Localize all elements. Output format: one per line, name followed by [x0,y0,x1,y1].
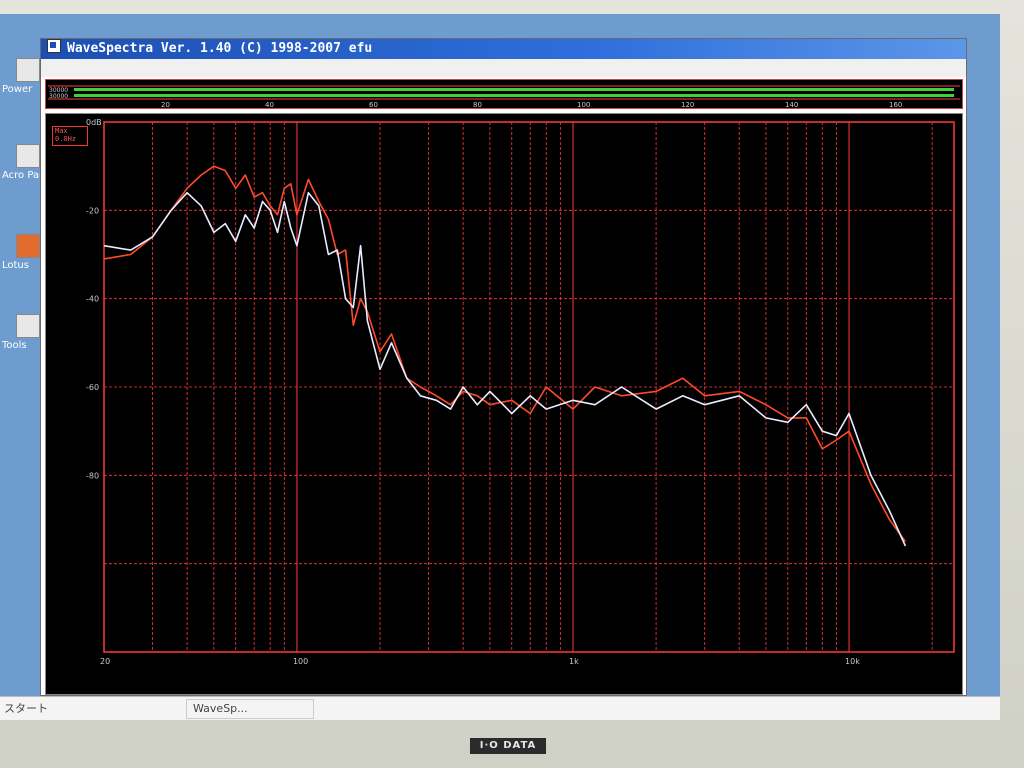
series-line-white [103,191,907,547]
x-tick-labels: 20 100 1k 10k [100,657,860,666]
level-scale-label: 100 [577,101,590,108]
level-scale-label: 140 [785,101,798,108]
level-scale-labels: 20 40 60 80 100 120 140 160 [161,101,902,108]
spectrum-chart: 20 100 1k 10k 0dB -20 -40 -60 -80 [86,118,955,666]
level-scale-label: 60 [369,101,378,108]
level-right-label: 30000 [49,93,68,100]
desktop-screen: Power Acro Part Lotus Tools WaveSpectra … [0,14,1000,720]
x-tick-label: 10k [845,657,860,666]
x-tick-label: 20 [100,657,110,666]
level-scale-label: 120 [681,101,694,108]
series-line-red [103,165,907,543]
start-button[interactable]: スタート [4,697,48,720]
y-tick-label: -80 [86,471,99,480]
window-titlebar[interactable]: WaveSpectra Ver. 1.40 (C) 1998-2007 efu [41,39,966,59]
pdf-icon [16,144,40,168]
level-meter: 30000 30000 20 40 60 80 100 120 140 160 [48,85,960,108]
app-icon [16,58,40,82]
monitor-brand-logo: I·O DATA [470,738,546,754]
series-layer [103,165,907,547]
menu-bar [41,59,966,77]
level-meter-panel: 30000 30000 20 40 60 80 100 120 140 160 [45,79,963,109]
desktop-icon-label: Power [2,84,33,95]
y-tick-label: -60 [86,383,99,392]
legend-line-2: 0.0Hz [55,135,77,143]
tool-icon [16,314,40,338]
x-tick-label: 100 [293,657,308,666]
y-tick-labels: 0dB -20 -40 -60 -80 [86,118,102,480]
window-title: WaveSpectra Ver. 1.40 (C) 1998-2007 efu [67,41,373,56]
y-tick-label: -20 [86,206,99,215]
taskbar: スタート WaveSp... [0,696,1000,720]
y-tick-label: 0dB [86,118,102,127]
wavespectra-app-icon[interactable] [47,39,61,53]
app-icon [16,234,40,258]
x-tick-label: 1k [569,657,579,666]
level-scale-label: 80 [473,101,482,108]
grid-lines [103,121,954,653]
spectrum-plot[interactable]: 20 100 1k 10k 0dB -20 -40 -60 -80 Max 0.0Hz [45,113,963,695]
level-bar-right [74,94,954,97]
level-scale-label: 40 [265,101,274,108]
legend-line-1: Max [55,127,68,135]
level-bar-left [74,88,954,91]
level-scale-label: 20 [161,101,170,108]
peak-legend: Max 0.0Hz [52,126,88,146]
desktop-icon-label: Lotus [2,260,29,271]
level-scale-label: 160 [889,101,902,108]
taskbar-item-wavespectra[interactable]: WaveSp... [186,699,314,719]
wavespectra-window[interactable]: WaveSpectra Ver. 1.40 (C) 1998-2007 efu … [40,38,967,696]
desktop-icon-label: Tools [2,340,27,351]
y-tick-label: -40 [86,295,99,304]
